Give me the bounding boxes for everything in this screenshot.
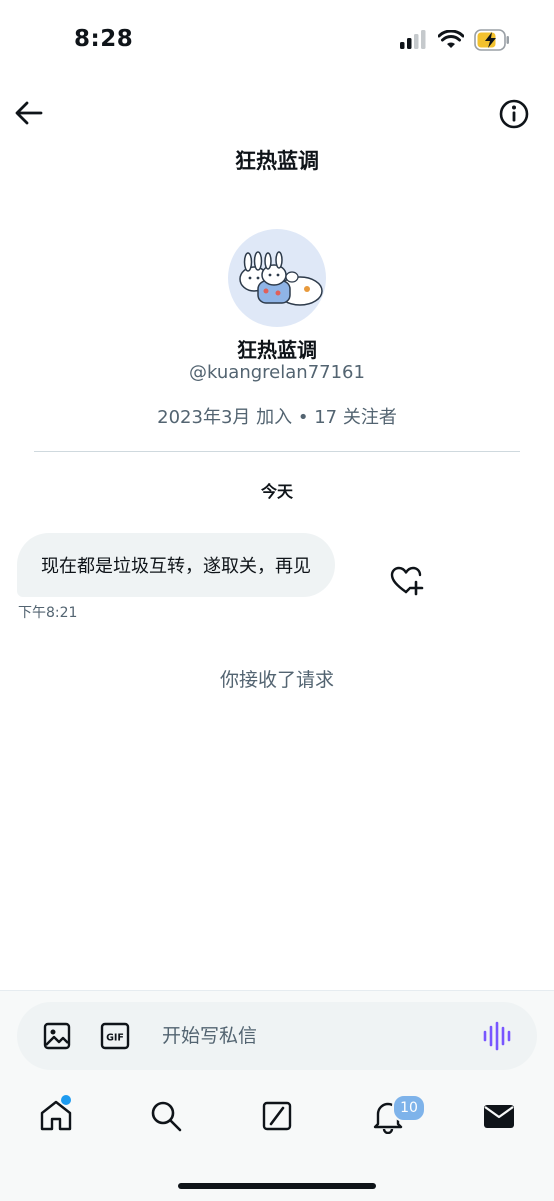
arrow-left-icon bbox=[15, 101, 43, 125]
avatar[interactable] bbox=[228, 229, 326, 327]
image-button[interactable] bbox=[42, 1021, 72, 1051]
message-timestamp: 下午8:21 bbox=[18, 605, 78, 621]
system-note: 你接收了请求 bbox=[219, 669, 334, 691]
home-icon bbox=[40, 1100, 72, 1131]
profile-meta: 2023年3月 加入 • 17 关注者 bbox=[157, 407, 397, 428]
mail-icon bbox=[484, 1105, 514, 1128]
battery-charging-icon bbox=[474, 29, 509, 51]
message-input[interactable] bbox=[150, 1012, 484, 1060]
page-title: 狂热蓝调 bbox=[235, 149, 319, 173]
voice-message-button[interactable] bbox=[482, 1020, 512, 1052]
signal-icon bbox=[400, 30, 426, 49]
voice-icon bbox=[483, 1021, 511, 1051]
add-reaction-button[interactable] bbox=[390, 566, 424, 596]
message-bubble[interactable]: 现在都是垃圾互转，遂取关，再见 bbox=[17, 533, 335, 597]
nav-search[interactable] bbox=[148, 1098, 184, 1134]
search-icon bbox=[151, 1101, 182, 1132]
image-icon bbox=[43, 1022, 71, 1050]
gif-button[interactable]: GIF bbox=[100, 1022, 130, 1050]
nav-messages[interactable] bbox=[481, 1098, 517, 1134]
grok-icon bbox=[262, 1101, 292, 1131]
heart-plus-icon bbox=[390, 566, 424, 596]
profile-handle[interactable]: @kuangrelan77161 bbox=[0, 362, 554, 383]
info-icon bbox=[499, 99, 529, 129]
home-indicator bbox=[178, 1183, 376, 1189]
status-time: 8:28 bbox=[74, 26, 134, 52]
notification-badge: 10 bbox=[392, 1094, 426, 1122]
profile-name[interactable]: 狂热蓝调 bbox=[0, 334, 554, 363]
gif-icon: GIF bbox=[100, 1022, 130, 1050]
home-unread-dot bbox=[61, 1095, 71, 1105]
date-separator: 今天 bbox=[260, 482, 293, 501]
message-text: 现在都是垃圾互转，遂取关，再见 bbox=[41, 556, 311, 577]
avatar-illustration bbox=[239, 251, 323, 306]
divider bbox=[34, 451, 520, 452]
wifi-icon bbox=[438, 30, 464, 48]
status-icons bbox=[400, 29, 510, 51]
back-button[interactable] bbox=[14, 98, 44, 128]
gif-label: GIF bbox=[106, 1033, 124, 1044]
info-button[interactable] bbox=[498, 98, 530, 130]
nav-grok[interactable] bbox=[259, 1098, 295, 1134]
